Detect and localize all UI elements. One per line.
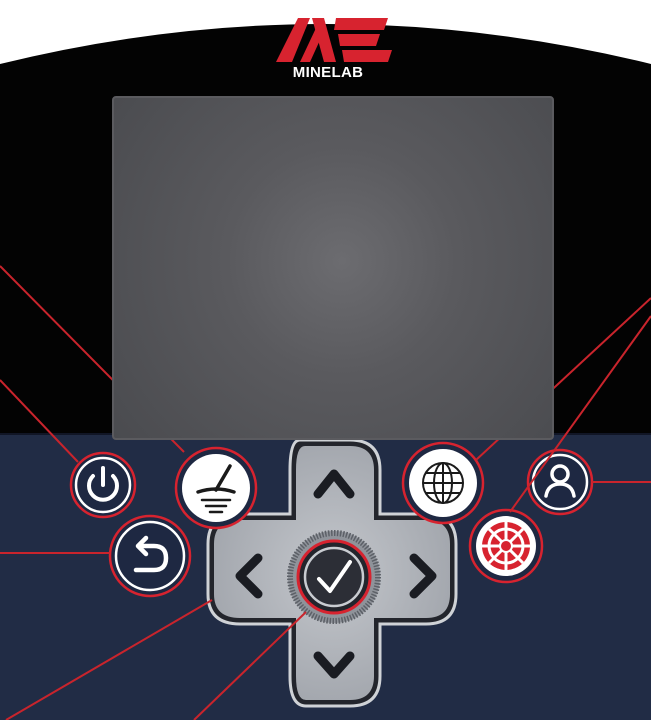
pinpoint-button[interactable] — [468, 508, 544, 584]
display-screen — [112, 96, 554, 440]
settings-button[interactable] — [401, 441, 485, 525]
pinpoint-target-icon — [482, 522, 530, 570]
brand-wordmark: MINELAB — [292, 64, 364, 81]
detector-control-panel: MINELAB — [0, 0, 651, 720]
power-button[interactable] — [69, 451, 137, 519]
user-profile-button[interactable] — [526, 448, 594, 516]
globe-icon — [422, 462, 464, 504]
detect-mode-button[interactable] — [174, 446, 258, 530]
back-button[interactable] — [108, 514, 192, 598]
select-button[interactable] — [287, 530, 381, 624]
